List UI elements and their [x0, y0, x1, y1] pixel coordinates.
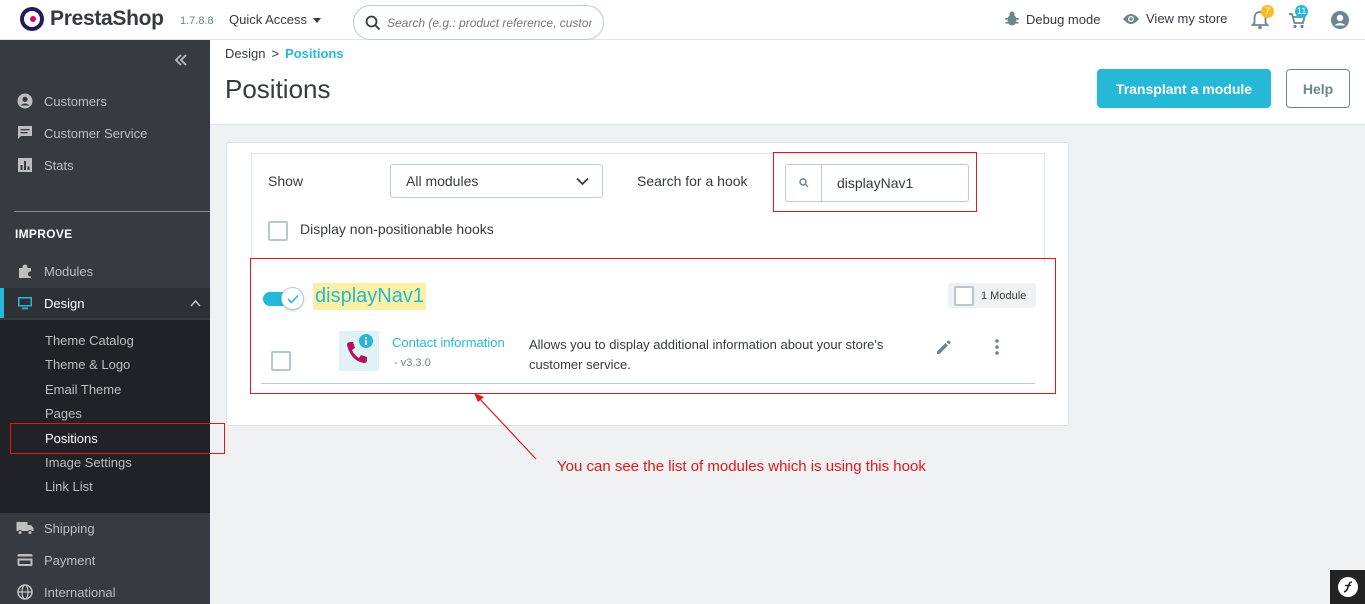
sidebar-item-customer-service[interactable]: Customer Service	[0, 118, 210, 148]
module-filter-value: All modules	[406, 173, 479, 189]
prestashop-logo[interactable]: PrestaShop	[20, 7, 164, 31]
puzzle-icon	[16, 262, 34, 280]
highlight-hook-section-box	[250, 258, 1056, 394]
debug-mode-label: Debug mode	[1026, 11, 1101, 27]
non-positionable-checkbox[interactable]	[268, 221, 288, 241]
sidebar-divider	[14, 211, 210, 212]
sidebar-item-modules[interactable]: Modules	[0, 256, 210, 286]
double-chevron-left-icon	[174, 54, 187, 66]
truck-icon	[16, 519, 34, 537]
sidebar-item-label: Stats	[44, 157, 74, 173]
sidebar-item-payment[interactable]: Payment	[0, 545, 210, 575]
help-button[interactable]: Help	[1286, 69, 1350, 108]
quick-access-label: Quick Access	[229, 12, 308, 27]
version-label: 1.7.8.8	[180, 15, 214, 27]
view-store-link[interactable]: View my store	[1122, 11, 1227, 26]
sidebar-item-label: Design	[44, 295, 85, 311]
highlight-positions-box	[10, 423, 225, 454]
symfony-icon	[1337, 577, 1358, 597]
bug-icon	[1005, 11, 1019, 26]
globe-icon	[16, 583, 34, 601]
sidebar-item-design[interactable]: Design	[0, 288, 210, 318]
sidebar-subitem-link-list[interactable]: Link List	[45, 479, 93, 494]
chat-icon	[16, 124, 34, 142]
sidebar-subitem-theme-catalog[interactable]: Theme Catalog	[45, 333, 134, 348]
search-icon	[365, 15, 381, 30]
page-title: Positions	[225, 74, 331, 104]
global-search-input[interactable]	[387, 15, 592, 30]
breadcrumb-design[interactable]: Design	[225, 46, 265, 61]
sidebar-item-international[interactable]: International	[0, 577, 210, 604]
sidebar-item-label: Payment	[44, 552, 96, 568]
breadcrumb-separator: >	[271, 46, 280, 61]
sidebar-subitem-email-theme[interactable]: Email Theme	[45, 382, 121, 397]
sidebar-item-label: Customer Service	[44, 125, 148, 141]
monitor-icon	[16, 294, 34, 312]
sidebar-item-label: International	[44, 584, 116, 600]
view-store-label: View my store	[1146, 11, 1228, 26]
hook-search-label: Search for a hook	[637, 173, 748, 189]
breadcrumb-positions: Positions	[285, 46, 344, 61]
orders-button[interactable]: 11	[1287, 5, 1309, 33]
annotation-text: You can see the list of modules which is…	[557, 458, 926, 475]
sidebar-item-customers[interactable]: Customers	[0, 86, 210, 116]
module-filter-select[interactable]: All modules	[390, 164, 603, 198]
transplant-module-button[interactable]: Transplant a module	[1097, 69, 1271, 108]
breadcrumb: Design > Positions	[225, 46, 344, 61]
sidebar-item-label: Customers	[44, 93, 107, 109]
collapse-sidebar-button[interactable]	[174, 53, 188, 70]
sidebar-item-shipping[interactable]: Shipping	[0, 513, 210, 543]
show-label: Show	[268, 173, 304, 189]
credit-card-icon	[16, 551, 34, 569]
top-bar: PrestaShop 1.7.8.8 Quick Access Debug mo…	[0, 0, 1365, 40]
account-circle-icon	[16, 92, 34, 110]
sidebar-subitem-image-settings[interactable]: Image Settings	[45, 455, 132, 470]
sidebar-subitem-theme-logo[interactable]: Theme & Logo	[45, 357, 130, 372]
eye-icon	[1123, 13, 1139, 24]
profile-button[interactable]	[1330, 10, 1350, 33]
notifications-badge: 7	[1261, 5, 1274, 18]
highlight-hook-search-box	[773, 152, 977, 212]
bar-chart-icon	[16, 156, 34, 174]
annotation-arrow-icon	[474, 393, 537, 460]
symfony-toolbar-button[interactable]	[1330, 570, 1365, 604]
brand-name: PrestaShop	[50, 7, 164, 30]
page-header: Design > Positions Positions Transplant …	[210, 40, 1365, 125]
non-positionable-label: Display non-positionable hooks	[300, 221, 494, 237]
sidebar-item-label: Modules	[44, 263, 94, 279]
notifications-button[interactable]: 7	[1250, 5, 1274, 33]
design-submenu	[0, 320, 210, 513]
sidebar-item-stats[interactable]: Stats	[0, 150, 210, 180]
debug-mode-link[interactable]: Debug mode	[1004, 11, 1100, 27]
prestashop-logo-icon	[20, 7, 44, 31]
account-circle-icon	[1331, 11, 1349, 29]
sidebar-section-title: IMPROVE	[15, 227, 73, 241]
sidebar-subitem-pages[interactable]: Pages	[45, 406, 82, 421]
global-search[interactable]	[353, 5, 604, 40]
chevron-down-icon	[576, 177, 589, 186]
chevron-up-icon	[190, 299, 201, 307]
caret-down-icon	[313, 18, 322, 23]
sidebar-item-label: Shipping	[44, 520, 95, 536]
sidebar: Customers Customer Service Stats IMPROVE…	[0, 40, 210, 604]
quick-access-dropdown[interactable]: Quick Access	[229, 12, 322, 27]
